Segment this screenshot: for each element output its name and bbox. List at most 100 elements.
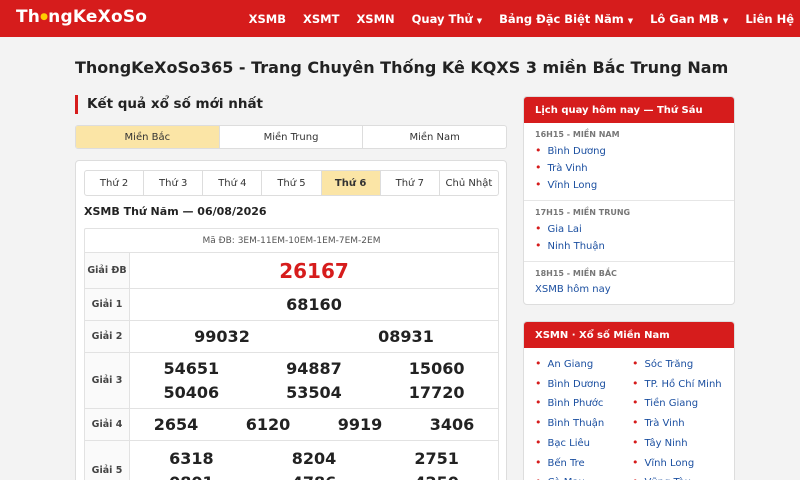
nav-item-label: Lô Gan MB [650, 11, 719, 26]
prize-number: 50406 [163, 382, 220, 402]
nav-item-label: Liên Hệ [745, 11, 794, 26]
bullet-icon: • [535, 396, 542, 410]
schedule-group: 16H15 - MIỀN NAM • Bình Dương • Trà Vinh • Vĩn… [524, 123, 734, 201]
bullet-icon: • [535, 455, 542, 469]
xsmn-province-binh-thuan[interactable]: • Bình Thuận [535, 414, 626, 434]
day-tab-thu-4[interactable]: Thứ 4 [203, 171, 263, 195]
xsmn-province-tra-vinh[interactable]: • Trà Vinh [632, 414, 723, 434]
logo-text-end: ngKeXoSo [48, 7, 148, 27]
province-name: Bình Thuận [547, 418, 605, 430]
top-navbar: Th●ngKeXoSo XSMB XSMT XSMN Quay Thử ▼ Bảng Đặ… [0, 0, 800, 37]
bullet-icon: • [632, 396, 639, 410]
prize-number: 68160 [286, 294, 342, 314]
bullet-icon: • [535, 222, 542, 235]
nav-item-lien-he[interactable]: Liên Hệ [745, 12, 794, 26]
prize-row: Giải 1 68160 [85, 289, 498, 321]
province-name: Trà Vinh [547, 163, 588, 174]
xsmn-province-ca-mau[interactable]: •Cà Mau [535, 473, 626, 480]
prize-row: Giải ĐB 26167 [85, 253, 498, 289]
xsmn-header: XSMN · Xổ số Miền Nam [524, 322, 734, 348]
province-link-vinh-long[interactable]: • Vĩnh Long [535, 177, 723, 194]
bullet-icon: • [632, 455, 639, 469]
province-name: Bình Phước [547, 398, 604, 410]
prize-row: Giải 5 6318 8204 2751 080147864250 [85, 441, 498, 480]
province-name: Sóc Trăng [644, 359, 694, 370]
nav-item-label: Bảng Đặc Biệt Năm [499, 11, 624, 26]
caret-down-icon: ▼ [627, 16, 634, 25]
tab-mien-nam[interactable]: Miền Nam [363, 126, 506, 148]
nav-item-label: XSMB [248, 11, 286, 26]
nav-item-xsmn[interactable]: XSMN [356, 12, 394, 26]
prize-number: 2654 [153, 414, 199, 434]
province-name: Bình Dương [547, 378, 606, 390]
province-name: Tây Ninh [644, 437, 688, 449]
province-name: Vĩnh Long [644, 457, 695, 469]
day-tab-thu-3[interactable]: Thứ 3 [144, 171, 204, 195]
prize-number: 8204 [291, 448, 337, 468]
prize-number: 0801 [130, 471, 253, 480]
xsmn-province-vung-tau[interactable]: •Vũng Tàu [632, 473, 723, 480]
special-code-row: Mã ĐB: 3EM-11EM-10EM-1EM-7EM-2EM [85, 229, 498, 253]
prize-number: 17720 [408, 382, 465, 402]
xsmn-province-an-giang[interactable]: • An Giang [535, 355, 626, 375]
prize-label: Giải 3 [85, 353, 130, 408]
province-link-ninh-thuan[interactable]: • Ninh Thuận [535, 238, 723, 255]
section-title: Kết quả xổ số mới nhất [75, 95, 263, 114]
schedule-group-title: 17H15 - MIỀN TRUNG [535, 208, 631, 217]
day-tab-thu-6[interactable]: Thứ 6 [321, 171, 381, 195]
bullet-icon: • [535, 416, 542, 430]
province-name: Ninh Thuận [547, 241, 605, 252]
bullet-icon: • [535, 144, 542, 157]
day-tab-thu-5[interactable]: Thứ 5 [262, 171, 322, 195]
tab-mien-trung[interactable]: Miền Trung [220, 126, 364, 148]
prize-number: 08931 [378, 326, 434, 346]
day-tab-chu-nhat[interactable]: Chủ Nhật [440, 171, 498, 195]
prize-numbers: 2654 6120 9919 3406 [130, 409, 498, 440]
xsmb-today-link[interactable]: XSMB hôm nay [535, 282, 723, 298]
xsmn-province-binh-duong[interactable]: • Bình Dương [535, 375, 626, 395]
province-name: Trà Vinh [644, 418, 685, 430]
province-name: TP. Hồ Chí Minh [644, 378, 722, 390]
prize-number: 53504 [286, 382, 342, 402]
xsmn-province-vinh-long[interactable]: • Vĩnh Long [632, 454, 723, 474]
xsmn-province-bac-lieu[interactable]: • Bạc Liêu [535, 434, 626, 454]
prize-number: 2751 [414, 448, 459, 468]
province-name: Bạc Liêu [547, 437, 591, 449]
xsmn-province-tien-giang[interactable]: • Tiền Giang [632, 394, 723, 414]
nav-item-quay-thu[interactable]: Quay Thử ▼ [412, 12, 482, 26]
prize-label: Giải ĐB [85, 253, 130, 288]
caret-down-icon: ▼ [476, 16, 483, 25]
schedule-card: Lịch quay hôm nay — Thứ Sáu 16H15 - MIỀN… [523, 96, 735, 305]
tab-mien-bac[interactable]: Miền Bắc [76, 126, 220, 148]
xsmn-province-ben-tre[interactable]: • Bến Tre [535, 454, 626, 474]
bullet-icon: • [535, 357, 542, 370]
day-tab-thu-2[interactable]: Thứ 2 [85, 171, 145, 195]
bullet-icon: • [535, 475, 542, 480]
nav-item-xsmb[interactable]: XSMB [249, 12, 286, 26]
prize-number: 6120 [245, 414, 291, 434]
bullet-icon: • [535, 161, 542, 174]
prize-label: Giải 5 [85, 441, 130, 480]
province-link-gia-lai[interactable]: • Gia Lai [535, 221, 723, 238]
nav-item-xsmt[interactable]: XSMT [303, 12, 339, 26]
bullet-icon: • [535, 239, 542, 252]
result-card: Thứ 2 Thứ 3 Thứ 4 Thứ 5 Thứ 6 Thứ 7 Chủ Nhật X… [75, 160, 507, 480]
nav-item-lo-gan-mb[interactable]: Lô Gan MB ▼ [650, 12, 728, 26]
province-link-binh-duong[interactable]: • Bình Dương [535, 143, 723, 160]
day-tabs: Thứ 2 Thứ 3 Thứ 4 Thứ 5 Thứ 6 Thứ 7 Chủ Nhật [84, 170, 499, 196]
province-name: An Giang [547, 359, 594, 370]
results-heading: XSMB Thứ Năm — 06/08/2026 [84, 205, 267, 218]
site-logo[interactable]: Th●ngKeXoSo [16, 7, 147, 27]
xsmn-province-tp-ho-chi-minh[interactable]: • TP. Hồ Chí Minh [632, 375, 723, 395]
prize-number: 4786 [253, 471, 376, 480]
prize-numbers: 54651 94887 15060 50406 53504 17720 [130, 353, 498, 408]
prize-row: Giải 4 2654 6120 9919 3406 [85, 409, 498, 441]
xsmn-province-tay-ninh[interactable]: • Tây Ninh [632, 434, 723, 454]
xsmn-province-soc-trang[interactable]: • Sóc Trăng [632, 355, 723, 375]
day-tab-thu-7[interactable]: Thứ 7 [381, 171, 440, 195]
province-link-tra-vinh[interactable]: • Trà Vinh [535, 160, 723, 177]
nav-item-bang-dac-biet-nam[interactable]: Bảng Đặc Biệt Năm ▼ [499, 12, 633, 26]
schedule-group-title: 16H15 - MIỀN NAM [535, 130, 620, 139]
xsmn-province-binh-phuoc[interactable]: • Bình Phước [535, 394, 626, 414]
nav-item-label: XSMT [303, 11, 340, 26]
